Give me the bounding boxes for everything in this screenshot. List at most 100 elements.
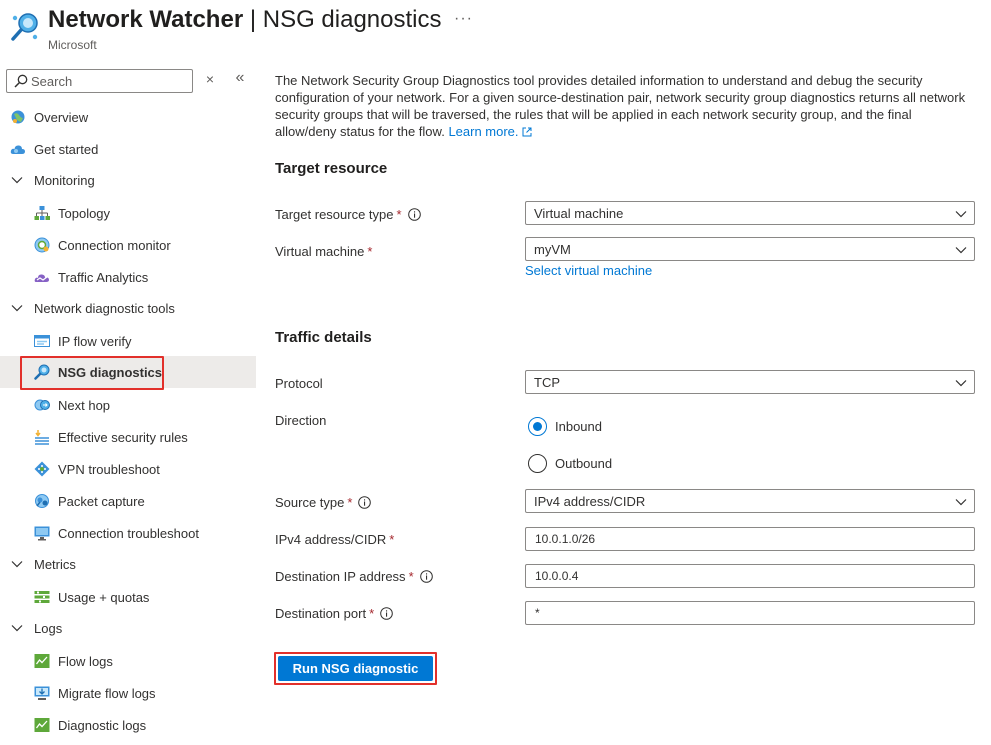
title-separator: | (243, 6, 263, 33)
sidebar-item-migrate-flow-logs[interactable]: Migrate flow logs (0, 677, 256, 709)
direction-inbound-radio[interactable]: Inbound (528, 417, 602, 436)
network-watcher-icon (11, 13, 38, 41)
sidebar-item-ip-flow-verify[interactable]: IP flow verify (0, 325, 256, 357)
radio-indicator[interactable] (528, 454, 547, 473)
sidebar-item-get-started[interactable]: Get started (0, 133, 256, 165)
sidebar-item-overview[interactable]: Overview (0, 101, 256, 133)
globe-icon (11, 110, 25, 124)
chevron-down-icon (11, 625, 23, 632)
label-text: Destination port (275, 606, 367, 621)
run-button-highlight: Run NSG diagnostic (274, 652, 437, 685)
learn-more-label: Learn more. (448, 124, 519, 139)
clear-search-button[interactable]: × (203, 71, 217, 87)
dropdown-value: TCP (534, 374, 560, 390)
sidebar-item-label: Migrate flow logs (58, 685, 156, 701)
info-icon[interactable] (358, 496, 372, 509)
radio-selected-indicator[interactable] (528, 417, 547, 436)
sidebar-group-metrics[interactable]: Metrics (0, 548, 256, 580)
required-mark: * (396, 207, 402, 222)
sidebar-item-label: Monitoring (34, 172, 95, 188)
security-rules-icon (35, 430, 49, 445)
sidebar-item-label: Usage + quotas (58, 589, 150, 605)
destination-ip-input[interactable] (525, 564, 975, 588)
sidebar-item-packet-capture[interactable]: Packet capture (0, 485, 256, 517)
sidebar-item-usage-quotas[interactable]: Usage + quotas (0, 581, 256, 613)
sidebar-item-label: VPN troubleshoot (58, 461, 160, 477)
sidebar-item-topology[interactable]: Topology (0, 197, 256, 229)
page-title: Network Watcher | NSG diagnostics (48, 6, 441, 34)
select-virtual-machine-link[interactable]: Select virtual machine (525, 263, 652, 278)
chevron-down-icon (955, 380, 967, 387)
sidebar-item-label: Next hop (58, 397, 111, 413)
destination-port-input[interactable] (525, 601, 975, 625)
dropdown-value: Virtual machine (534, 205, 624, 221)
target-resource-type-label: Target resource type * (275, 207, 421, 222)
collapse-sidebar-button[interactable]: « (232, 69, 248, 87)
sidebar-item-connection-troubleshoot[interactable]: Connection troubleshoot (0, 517, 256, 549)
ipv4-address-label: IPv4 address/CIDR * (275, 532, 394, 547)
chevron-down-icon (955, 247, 967, 254)
label-text: Destination IP address (275, 569, 406, 584)
run-nsg-diagnostic-button[interactable]: Run NSG diagnostic (278, 656, 433, 681)
sidebar-item-diagnostic-logs[interactable]: Diagnostic logs (0, 709, 256, 741)
sidebar-item-label: Traffic Analytics (58, 269, 149, 285)
destination-ip-label: Destination IP address * (275, 569, 433, 584)
learn-more-link[interactable]: Learn more. (448, 124, 532, 139)
sidebar-item-flow-logs[interactable]: Flow logs (0, 645, 256, 677)
chevron-down-icon (955, 211, 967, 218)
packet-capture-icon (35, 494, 49, 508)
target-resource-heading: Target resource (275, 160, 388, 177)
virtual-machine-dropdown[interactable]: myVM (525, 237, 975, 261)
more-options-button[interactable]: ··· (454, 10, 473, 28)
sidebar-group-network-diagnostic-tools[interactable]: Network diagnostic tools (0, 292, 256, 324)
sidebar-item-label: Logs (34, 620, 63, 636)
destination-port-label: Destination port * (275, 606, 393, 621)
sidebar: × « Overview Get started Monitoring Topo… (0, 62, 256, 745)
intro-text: The Network Security Group Diagnostics t… (275, 72, 975, 140)
sidebar-item-traffic-analytics[interactable]: Traffic Analytics (0, 261, 256, 293)
target-resource-type-dropdown[interactable]: Virtual machine (525, 201, 975, 225)
search-box[interactable] (6, 69, 193, 93)
destination-ip-field[interactable] (526, 565, 974, 587)
sidebar-item-label: Connection monitor (58, 237, 171, 253)
dropdown-value: myVM (534, 241, 571, 257)
virtual-machine-label: Virtual machine * (275, 244, 372, 259)
sidebar-item-label: Topology (58, 205, 111, 221)
info-icon[interactable] (380, 607, 393, 620)
migrate-icon (34, 686, 50, 700)
usage-icon (34, 591, 50, 603)
info-icon[interactable] (419, 570, 433, 583)
sidebar-item-next-hop[interactable]: Next hop (0, 389, 256, 421)
source-type-dropdown[interactable]: IPv4 address/CIDR (525, 489, 975, 513)
radio-label: Outbound (555, 456, 613, 471)
next-hop-icon (34, 399, 50, 411)
required-mark: * (408, 569, 414, 584)
direction-outbound-radio[interactable]: Outbound (528, 454, 612, 473)
sidebar-item-connection-monitor[interactable]: Connection monitor (0, 229, 256, 261)
sidebar-item-vpn-troubleshoot[interactable]: VPN troubleshoot (0, 453, 256, 485)
sidebar-item-nsg-diagnostics[interactable]: NSG diagnostics (0, 356, 256, 388)
chevron-down-icon (11, 305, 23, 312)
ipv4-address-field[interactable] (526, 528, 974, 550)
sidebar-item-label: Overview (34, 109, 89, 125)
sidebar-item-label: Flow logs (58, 653, 113, 669)
ipv4-address-input[interactable] (525, 527, 975, 551)
info-icon[interactable] (407, 208, 421, 221)
monitor-icon (34, 526, 50, 541)
sidebar-item-effective-security-rules[interactable]: Effective security rules (0, 421, 256, 453)
destination-port-field[interactable] (526, 602, 974, 624)
protocol-dropdown[interactable]: TCP (525, 370, 975, 394)
required-mark: * (367, 244, 373, 259)
search-input[interactable] (31, 72, 189, 90)
sidebar-group-monitoring[interactable]: Monitoring (0, 164, 256, 196)
label-text: Target resource type (275, 207, 394, 222)
traffic-analytics-icon (34, 274, 49, 282)
ip-flow-icon (34, 335, 50, 347)
sidebar-group-logs[interactable]: Logs (0, 612, 256, 644)
chevron-down-icon (11, 561, 23, 568)
label-text: Source type (275, 495, 345, 510)
label-text: IPv4 address/CIDR (275, 532, 387, 547)
nsg-diagnostics-icon (34, 364, 50, 380)
title-service: Network Watcher (48, 6, 244, 33)
main-content: The Network Security Group Diagnostics t… (274, 62, 975, 745)
